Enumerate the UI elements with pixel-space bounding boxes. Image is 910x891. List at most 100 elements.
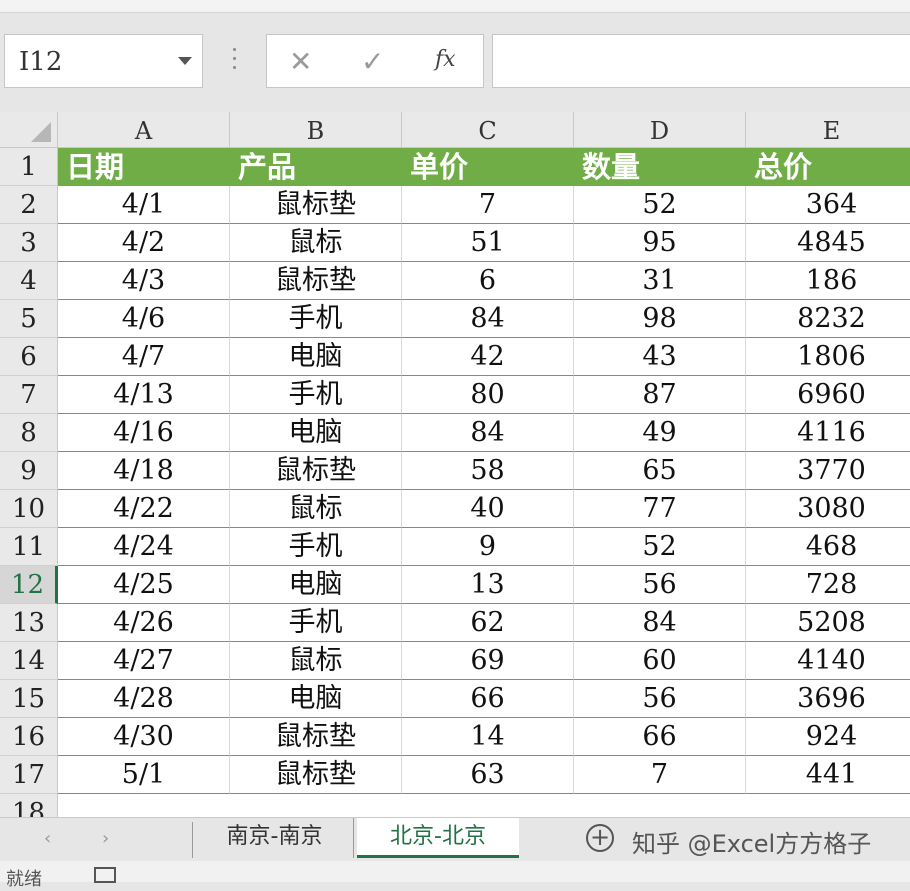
table-cell[interactable]: 手机 (230, 528, 402, 566)
table-cell[interactable]: 鼠标垫 (230, 756, 402, 794)
table-cell[interactable]: 鼠标垫 (230, 718, 402, 756)
table-cell[interactable]: 4/2 (58, 224, 230, 262)
table-cell[interactable]: 84 (402, 300, 574, 338)
row-header-1[interactable]: 1 (0, 148, 58, 186)
table-cell[interactable]: 电脑 (230, 680, 402, 718)
table-cell[interactable]: 鼠标垫 (230, 186, 402, 224)
table-cell[interactable]: 4/22 (58, 490, 230, 528)
row-header-17[interactable]: 17 (0, 756, 58, 794)
table-cell[interactable]: 52 (574, 528, 746, 566)
table-cell[interactable]: 4/25 (58, 566, 230, 604)
column-header-b[interactable]: B (230, 112, 402, 148)
table-cell[interactable]: 9 (402, 528, 574, 566)
table-cell[interactable]: 3770 (746, 452, 910, 490)
table-cell[interactable]: 鼠标 (230, 490, 402, 528)
table-cell[interactable]: 5208 (746, 604, 910, 642)
table-cell[interactable]: 52 (574, 186, 746, 224)
row-header-9[interactable]: 9 (0, 452, 58, 490)
table-cell[interactable]: 58 (402, 452, 574, 490)
table-cell[interactable]: 手机 (230, 376, 402, 414)
table-cell[interactable]: 13 (402, 566, 574, 604)
table-cell[interactable]: 4/18 (58, 452, 230, 490)
table-cell[interactable]: 6960 (746, 376, 910, 414)
table-cell[interactable]: 42 (402, 338, 574, 376)
header-cell[interactable]: 日期 (58, 148, 230, 186)
table-cell[interactable]: 65 (574, 452, 746, 490)
table-cell[interactable]: 98 (574, 300, 746, 338)
table-cell[interactable]: 鼠标垫 (230, 452, 402, 490)
table-cell[interactable]: 4/6 (58, 300, 230, 338)
sheet-tab-nanjing[interactable]: 南京-南京 (196, 818, 354, 858)
table-cell[interactable]: 40 (402, 490, 574, 528)
table-cell[interactable]: 4/28 (58, 680, 230, 718)
header-cell[interactable]: 总价 (746, 148, 910, 186)
table-cell[interactable]: 60 (574, 642, 746, 680)
table-cell[interactable]: 31 (574, 262, 746, 300)
table-cell[interactable]: 14 (402, 718, 574, 756)
table-cell[interactable]: 7 (574, 756, 746, 794)
table-cell[interactable]: 4116 (746, 414, 910, 452)
formula-input[interactable] (492, 34, 910, 88)
table-cell[interactable]: 84 (402, 414, 574, 452)
table-cell[interactable]: 80 (402, 376, 574, 414)
header-cell[interactable]: 产品 (230, 148, 402, 186)
row-header-4[interactable]: 4 (0, 262, 58, 300)
row-header-6[interactable]: 6 (0, 338, 58, 376)
table-cell[interactable]: 电脑 (230, 414, 402, 452)
row-header-12[interactable]: 12 (0, 566, 58, 604)
row-header-10[interactable]: 10 (0, 490, 58, 528)
table-cell[interactable]: 84 (574, 604, 746, 642)
table-cell[interactable]: 441 (746, 756, 910, 794)
table-cell[interactable]: 77 (574, 490, 746, 528)
table-cell[interactable]: 924 (746, 718, 910, 756)
sheet-tab-beijing[interactable]: 北京-北京 (357, 818, 519, 858)
table-cell[interactable]: 7 (402, 186, 574, 224)
table-cell[interactable]: 1806 (746, 338, 910, 376)
table-cell[interactable]: 鼠标 (230, 642, 402, 680)
row-header-14[interactable]: 14 (0, 642, 58, 680)
insert-function-icon[interactable]: fx (435, 47, 456, 72)
row-header-3[interactable]: 3 (0, 224, 58, 262)
table-cell[interactable]: 8232 (746, 300, 910, 338)
row-header-8[interactable]: 8 (0, 414, 58, 452)
more-dots-icon[interactable] (231, 48, 237, 76)
table-cell[interactable]: 4/16 (58, 414, 230, 452)
table-cell[interactable]: 468 (746, 528, 910, 566)
table-cell[interactable]: 5/1 (58, 756, 230, 794)
cancel-icon[interactable]: ✕ (289, 45, 312, 78)
chevron-down-icon[interactable] (178, 57, 192, 65)
table-cell[interactable]: 4/1 (58, 186, 230, 224)
table-cell[interactable]: 728 (746, 566, 910, 604)
table-cell[interactable]: 电脑 (230, 338, 402, 376)
table-cell[interactable]: 63 (402, 756, 574, 794)
column-header-d[interactable]: D (574, 112, 746, 148)
row-header-16[interactable]: 16 (0, 718, 58, 756)
table-cell[interactable]: 3696 (746, 680, 910, 718)
prev-sheet-icon[interactable]: ‹ (44, 828, 51, 849)
table-cell[interactable]: 6 (402, 262, 574, 300)
table-cell[interactable]: 4/26 (58, 604, 230, 642)
next-sheet-icon[interactable]: › (102, 828, 109, 849)
table-cell[interactable]: 4140 (746, 642, 910, 680)
table-cell[interactable]: 66 (574, 718, 746, 756)
header-cell[interactable]: 单价 (402, 148, 574, 186)
add-sheet-icon[interactable]: + (586, 824, 614, 852)
column-header-a[interactable]: A (58, 112, 230, 148)
table-cell[interactable]: 51 (402, 224, 574, 262)
table-cell[interactable]: 66 (402, 680, 574, 718)
table-cell[interactable]: 62 (402, 604, 574, 642)
table-cell[interactable]: 56 (574, 680, 746, 718)
table-cell[interactable]: 4/13 (58, 376, 230, 414)
table-cell[interactable]: 364 (746, 186, 910, 224)
table-cell[interactable]: 4845 (746, 224, 910, 262)
table-cell[interactable]: 4/24 (58, 528, 230, 566)
table-cell[interactable]: 4/27 (58, 642, 230, 680)
table-cell[interactable]: 56 (574, 566, 746, 604)
check-icon[interactable]: ✓ (361, 45, 384, 78)
table-cell[interactable]: 95 (574, 224, 746, 262)
table-cell[interactable]: 4/3 (58, 262, 230, 300)
table-cell[interactable]: 3080 (746, 490, 910, 528)
column-header-e[interactable]: E (746, 112, 910, 148)
name-box[interactable]: I12 (4, 34, 203, 88)
table-cell[interactable]: 鼠标 (230, 224, 402, 262)
